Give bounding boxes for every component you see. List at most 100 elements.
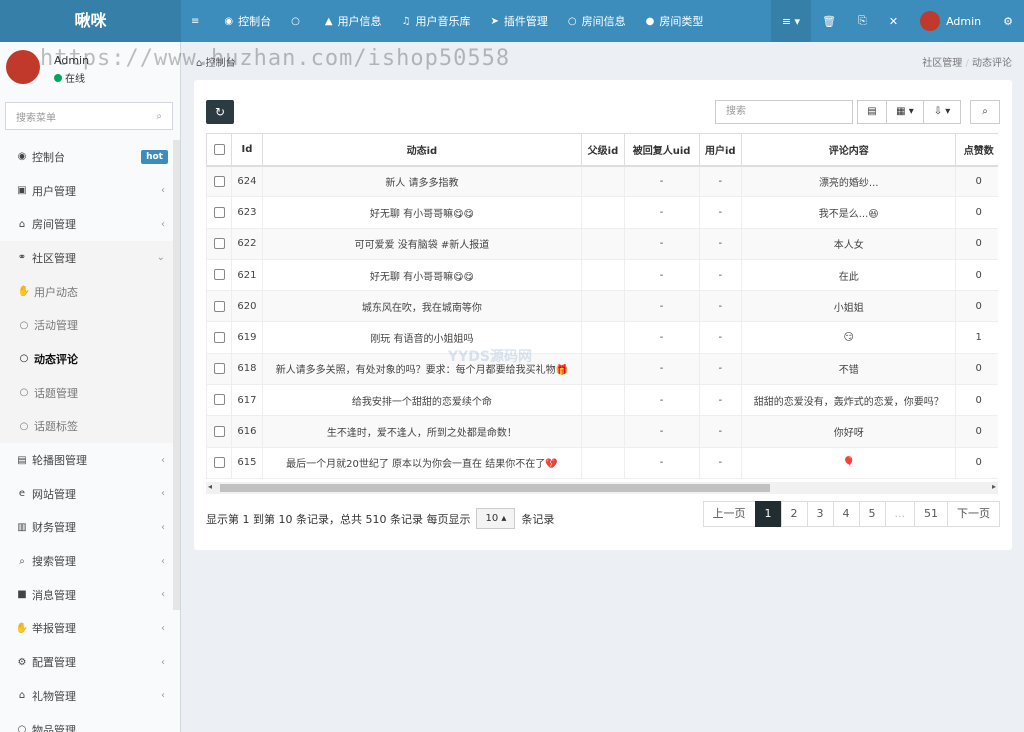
sidebar-item-label: 物品管理: [32, 723, 76, 732]
sidebar-item[interactable]: ⚙ 配置管理 ‹: [0, 645, 173, 679]
user-menu[interactable]: Admin: [909, 0, 992, 42]
topnav-item[interactable]: ◉ 控制台: [214, 0, 281, 42]
select-all-checkbox[interactable]: [206, 133, 233, 167]
sidebar-item-label: 社区管理: [32, 251, 76, 265]
row-checkbox[interactable]: [206, 227, 233, 260]
topnav-item[interactable]: ♫ 用户音乐库: [392, 0, 481, 42]
next-page-button[interactable]: 下一页: [947, 501, 1000, 527]
table-cell: [581, 446, 625, 479]
column-header[interactable]: 被回复人uid: [623, 133, 700, 167]
search-button[interactable]: ⌕: [970, 100, 1000, 124]
page-button[interactable]: 1: [754, 501, 782, 527]
topnav-item[interactable]: ≡: [181, 0, 214, 42]
column-header[interactable]: 点赞数: [955, 133, 998, 167]
table-row: 621 好无聊 有小哥哥嘛😋😋 - - 在此 0: [206, 258, 998, 292]
column-header[interactable]: 评论内容: [740, 133, 957, 167]
nav-icon: ≡: [191, 15, 200, 27]
sidebar-item-label: 话题标签: [34, 420, 78, 434]
prev-page-button[interactable]: 上一页: [702, 501, 756, 527]
sidebar-item[interactable]: ⚭ 社区管理 ⌄: [0, 241, 173, 275]
sidebar-item-label: 动态评论: [34, 352, 78, 366]
sidebar-item[interactable]: ○ 动态评论: [0, 342, 173, 376]
chevron-icon: ‹: [161, 656, 165, 668]
table-cell: -: [623, 415, 700, 448]
columns-button[interactable]: ▦ ▾: [886, 100, 924, 124]
sidebar-item[interactable]: ⌂ 房间管理 ‹: [0, 207, 173, 241]
row-checkbox[interactable]: [206, 415, 233, 448]
chevron-icon: ‹: [161, 185, 165, 197]
row-checkbox[interactable]: [206, 446, 233, 479]
fullscreen-icon[interactable]: ✕: [878, 0, 909, 42]
refresh-button[interactable]: ↻: [206, 100, 234, 124]
column-header[interactable]: 父级id: [581, 133, 625, 167]
menu-icon: ⌂: [18, 218, 26, 230]
table-cell: -: [623, 321, 700, 354]
trash-icon[interactable]: 🗑: [811, 0, 847, 42]
table-search-input[interactable]: 搜索: [715, 100, 853, 124]
table-cell: 甜甜的恋爱没有，轰炸式的恋爱，你要吗？: [740, 384, 957, 417]
sidebar-item[interactable]: ✋ 举报管理 ‹: [0, 612, 173, 646]
scrollbar-thumb[interactable]: [220, 484, 770, 492]
row-checkbox[interactable]: [206, 196, 233, 229]
topnav-item[interactable]: ○: [281, 0, 315, 42]
sidebar-item[interactable]: ○ 话题标签: [0, 410, 173, 444]
nav-menu-dropdown[interactable]: ≡ ▾: [770, 0, 812, 42]
settings-icon[interactable]: ⚙: [992, 0, 1024, 42]
page-size-select[interactable]: 10 ▴: [476, 508, 516, 529]
row-checkbox[interactable]: [206, 384, 233, 417]
sidebar-menu: ◉ 控制台 hot ▣ 用户管理 ‹ ⌂ 房间管理 ‹ ⚭ 社区管理 ⌄ ✋ 用户动态 ○ 活动管理 ○ 动态评论…: [0, 140, 173, 732]
toggle-view-button[interactable]: ▤: [857, 100, 887, 124]
row-checkbox[interactable]: [206, 258, 233, 292]
page-button[interactable]: 51: [914, 501, 948, 527]
breadcrumb-parent[interactable]: 社区管理: [922, 58, 962, 69]
column-header[interactable]: Id: [231, 133, 263, 167]
menu-icon: ○: [19, 319, 29, 331]
sidebar-item[interactable]: ■ 消息管理 ‹: [0, 578, 173, 612]
chevron-icon: ‹: [161, 622, 165, 634]
sidebar-item[interactable]: ◉ 控制台 hot: [0, 140, 173, 174]
page-button[interactable]: 2: [780, 501, 808, 527]
page-button[interactable]: 4: [832, 501, 860, 527]
column-header[interactable]: 动态id: [261, 133, 583, 167]
row-checkbox[interactable]: [206, 321, 233, 354]
breadcrumb-current: 动态评论: [972, 58, 1012, 69]
table-cell: 🎈: [740, 446, 957, 479]
avatar: [6, 50, 40, 84]
row-checkbox[interactable]: [206, 290, 233, 323]
page-button[interactable]: 3: [806, 501, 834, 527]
row-checkbox[interactable]: [206, 352, 233, 386]
sidebar-item[interactable]: ⌂ 礼物管理 ‹: [0, 679, 173, 713]
column-header[interactable]: 用户id: [698, 133, 743, 167]
page-button[interactable]: ...: [884, 501, 915, 527]
row-checkbox[interactable]: [206, 164, 233, 198]
sidebar-item[interactable]: ○ 物品管理: [0, 713, 173, 732]
chevron-icon: ‹: [161, 555, 165, 567]
table-cell: -: [623, 352, 700, 386]
app-logo[interactable]: 啾咪: [0, 0, 181, 42]
table-cell: 刚玩 有语音的小姐姐吗: [261, 321, 583, 354]
username: Admin: [946, 14, 982, 28]
sidebar-item[interactable]: ✋ 用户动态: [0, 275, 173, 309]
export-button[interactable]: ⇩ ▾: [923, 100, 961, 124]
sidebar-item[interactable]: e 网站管理 ‹: [0, 477, 173, 511]
topnav-item[interactable]: ○ 房间信息: [558, 0, 636, 42]
table-cell: 623: [231, 196, 263, 229]
sidebar-item[interactable]: ⌕ 搜索管理 ‹: [0, 544, 173, 578]
sidebar-item[interactable]: ▥ 财务管理 ‹: [0, 511, 173, 545]
sidebar-item[interactable]: ▤ 轮播图管理 ‹: [0, 443, 173, 477]
horizontal-scrollbar[interactable]: ◂ ▸: [206, 482, 998, 494]
hot-badge: hot: [141, 149, 168, 164]
sidebar-search-input[interactable]: 搜索菜单 ⌕: [5, 102, 173, 130]
topnav-item[interactable]: ▲ 用户信息: [315, 0, 392, 42]
sidebar-item[interactable]: ○ 话题管理: [0, 376, 173, 410]
page-button[interactable]: 5: [858, 501, 886, 527]
sidebar-item[interactable]: ○ 活动管理: [0, 308, 173, 342]
table-cell: [581, 290, 625, 323]
menu-icon: ▥: [17, 521, 27, 533]
topnav-item[interactable]: ● 房间类型: [636, 0, 714, 42]
copy-icon[interactable]: ⎘: [847, 0, 878, 42]
table-cell: -: [698, 164, 743, 198]
topnav-item[interactable]: ➤ 插件管理: [481, 0, 558, 42]
sidebar-item[interactable]: ▣ 用户管理 ‹: [0, 174, 173, 208]
sidebar-scrollbar[interactable]: [173, 140, 180, 610]
